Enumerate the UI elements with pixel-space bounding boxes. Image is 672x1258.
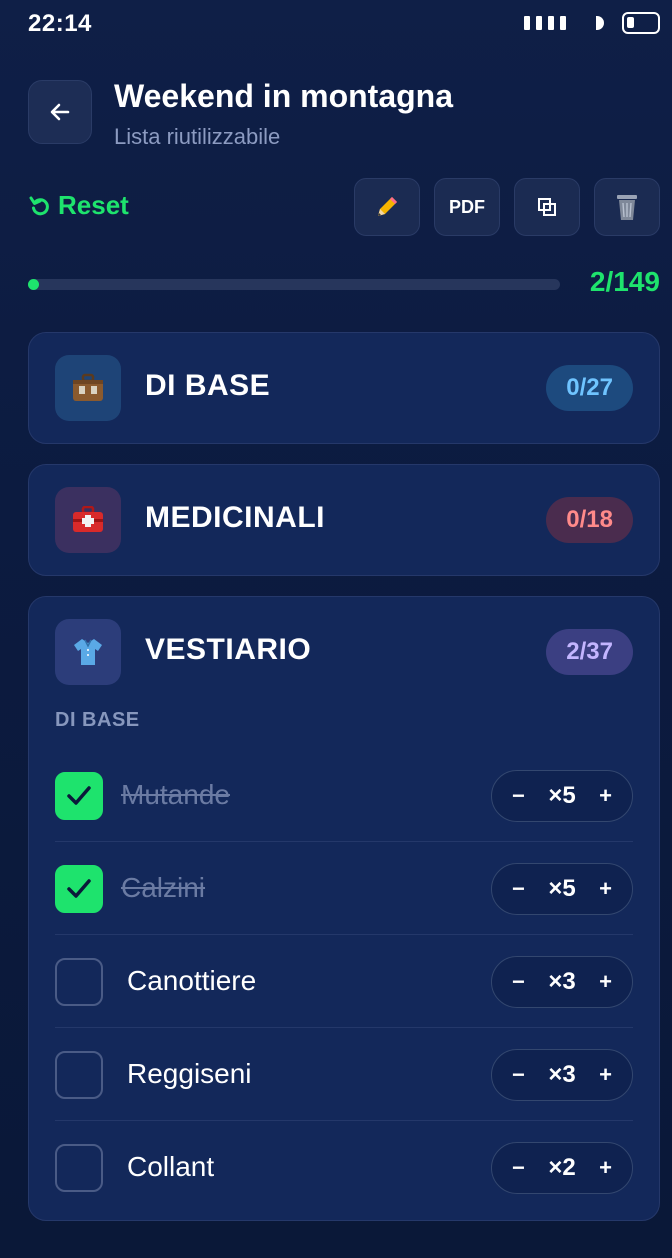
category-count-badge: 2/37 [546, 629, 633, 675]
quantity-value: ×5 [548, 875, 576, 902]
copy-icon [538, 198, 556, 216]
pencil-icon [378, 197, 397, 216]
item-label: Collant [127, 1151, 215, 1182]
quantity-value: ×2 [548, 1154, 576, 1181]
quantity-stepper: − ×3 + [491, 956, 633, 1008]
quantity-stepper: − ×5 + [491, 770, 633, 822]
status-time: 22:14 [28, 10, 92, 37]
page-title: Weekend in montagna [114, 78, 454, 114]
list-item: Reggiseni − ×3 + [55, 1027, 633, 1119]
do-not-disturb-icon [596, 16, 604, 30]
arrow-left-icon [50, 103, 70, 121]
increase-button[interactable]: + [599, 1155, 612, 1181]
pdf-button[interactable]: PDF [434, 178, 500, 236]
decrease-button[interactable]: − [512, 783, 525, 809]
list-item: Calzini − ×5 + [55, 841, 633, 933]
subsection-label: DI BASE [55, 709, 140, 731]
suitcase-icon [55, 355, 121, 421]
progress-count: 2/149 [589, 266, 660, 297]
item-label: Mutande [121, 779, 230, 810]
checkmark-icon [67, 786, 91, 805]
item-label: Canottiere [127, 965, 257, 996]
item-checkbox[interactable] [55, 865, 103, 913]
category-count-badge: 0/18 [546, 497, 633, 543]
quantity-value: ×3 [548, 968, 576, 995]
battery-icon [622, 12, 660, 34]
item-label: Reggiseni [127, 1058, 252, 1089]
back-button[interactable] [28, 80, 92, 144]
reset-icon [29, 196, 49, 215]
decrease-button[interactable]: − [512, 876, 525, 902]
increase-button[interactable]: + [599, 783, 612, 809]
status-bar: 22:14 [0, 0, 672, 48]
signal-icon [524, 16, 566, 30]
item-label: Calzini [121, 872, 206, 903]
quantity-value: ×3 [548, 1061, 576, 1088]
list-item: Canottiere − ×3 + [55, 934, 633, 1026]
category-count-badge: 0/27 [546, 365, 633, 411]
category-di-base[interactable]: DI BASE 0/27 [28, 332, 660, 444]
item-checkbox[interactable] [55, 958, 103, 1006]
category-name: MEDICINALI [145, 501, 325, 534]
duplicate-button[interactable] [514, 178, 580, 236]
item-checkbox[interactable] [55, 772, 103, 820]
edit-button[interactable] [354, 178, 420, 236]
list-item: Mutande − ×5 + [55, 749, 633, 841]
increase-button[interactable]: + [599, 969, 612, 995]
decrease-button[interactable]: − [512, 1062, 525, 1088]
increase-button[interactable]: + [599, 876, 612, 902]
category-name: VESTIARIO [145, 633, 312, 666]
shirt-icon [55, 619, 121, 685]
pdf-label: PDF [449, 196, 485, 217]
trash-icon [617, 195, 637, 220]
reset-label: Reset [58, 190, 129, 220]
decrease-button[interactable]: − [512, 1155, 525, 1181]
increase-button[interactable]: + [599, 1062, 612, 1088]
category-name: DI BASE [145, 369, 271, 402]
page-subtitle: Lista riutilizzabile [114, 124, 281, 149]
quantity-stepper: − ×2 + [491, 1142, 633, 1194]
progress-bar [28, 279, 560, 290]
category-medicinali[interactable]: MEDICINALI 0/18 [28, 464, 660, 576]
item-checkbox[interactable] [55, 1144, 103, 1192]
category-vestiario[interactable]: VESTIARIO 2/37 DI BASE Mutande − ×5 + Ca… [28, 596, 660, 1221]
quantity-stepper: − ×3 + [491, 1049, 633, 1101]
list-item: Collant − ×2 + [55, 1120, 633, 1212]
delete-button[interactable] [594, 178, 660, 236]
quantity-stepper: − ×5 + [491, 863, 633, 915]
reset-button[interactable]: Reset [28, 190, 129, 221]
progress-fill [28, 279, 39, 290]
checkmark-icon [67, 879, 91, 898]
item-checkbox[interactable] [55, 1051, 103, 1099]
first-aid-kit-icon [55, 487, 121, 553]
decrease-button[interactable]: − [512, 969, 525, 995]
quantity-value: ×5 [548, 782, 576, 809]
